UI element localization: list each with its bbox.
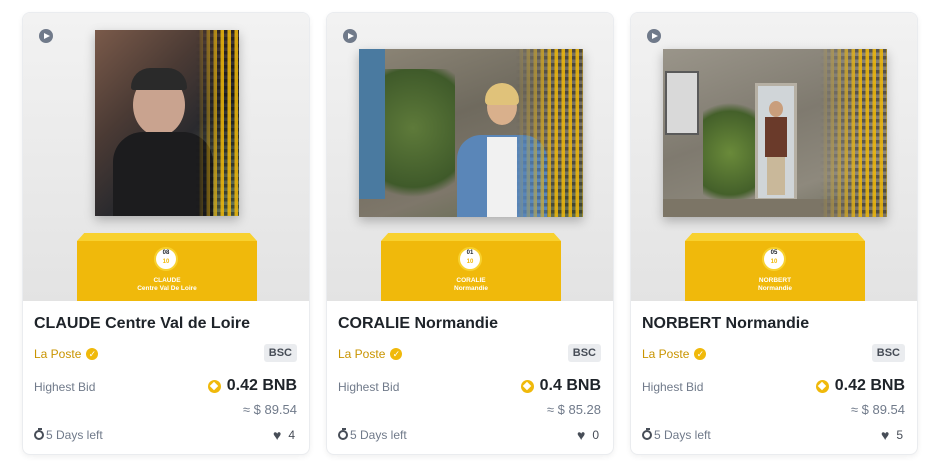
nft-title[interactable]: CLAUDE Centre Val de Loire (34, 315, 250, 333)
stopwatch-icon (642, 428, 652, 440)
creator-link[interactable]: La Poste ✓ (642, 347, 707, 361)
bid-amount: 0.42 BNB (226, 377, 297, 394)
pedestal: 05 10 NORBERT Normandie (685, 233, 865, 301)
usd-estimate: ≈ $ 85.28 (546, 402, 601, 417)
highest-bid-value: 0.42 BNB (207, 377, 297, 395)
like-button[interactable]: ♥ 4 (273, 428, 295, 442)
nft-media[interactable]: 05 10 NORBERT Normandie (631, 13, 917, 301)
bid-amount: 0.42 BNB (834, 377, 905, 394)
stopwatch-icon (34, 428, 44, 440)
time-left-text: 5 Days left (46, 428, 103, 442)
verified-check-icon: ✓ (390, 348, 403, 360)
chain-badge: BSC (871, 344, 905, 362)
bnb-coin-icon (520, 379, 534, 393)
time-left: 5 Days left (338, 428, 407, 442)
pedestal: 08 10 CLAUDE Centre Val De Loire (77, 233, 257, 301)
bnb-coin-icon (815, 379, 829, 393)
edition-badge: 05 10 (762, 247, 786, 271)
creator-name[interactable]: La Poste (34, 347, 81, 361)
highest-bid-value: 0.42 BNB (815, 377, 905, 395)
time-left: 5 Days left (34, 428, 103, 442)
highest-bid-value: 0.4 BNB (520, 377, 601, 395)
heart-icon[interactable]: ♥ (577, 428, 585, 442)
nft-card[interactable]: 01 10 CORALIE Normandie CORALIE Normandi… (326, 12, 614, 455)
edition-badge: 01 10 (458, 247, 482, 271)
nft-image (95, 30, 239, 216)
nft-title[interactable]: NORBERT Normandie (642, 315, 809, 333)
nft-card[interactable]: 08 10 CLAUDE Centre Val De Loire CLAUDE … (22, 12, 310, 455)
stopwatch-icon (338, 428, 348, 440)
bnb-coin-icon (207, 379, 221, 393)
edition-badge: 08 10 (154, 247, 178, 271)
verified-check-icon: ✓ (86, 348, 99, 360)
nft-media[interactable]: 08 10 CLAUDE Centre Val De Loire (23, 13, 309, 301)
play-icon[interactable] (39, 29, 53, 43)
creator-link[interactable]: La Poste ✓ (338, 347, 403, 361)
chain-badge: BSC (567, 344, 601, 362)
usd-estimate: ≈ $ 89.54 (850, 402, 905, 417)
nft-card[interactable]: 05 10 NORBERT Normandie NORBERT Normandi… (630, 12, 918, 455)
time-left: 5 Days left (642, 428, 711, 442)
usd-estimate: ≈ $ 89.54 (242, 402, 297, 417)
play-icon[interactable] (647, 29, 661, 43)
play-icon[interactable] (343, 29, 357, 43)
pedestal-region: Centre Val De Loire (137, 285, 197, 292)
pedestal: 01 10 CORALIE Normandie (381, 233, 561, 301)
nft-image (359, 49, 583, 217)
pedestal-region: Normandie (758, 285, 792, 292)
pedestal-region: Normandie (454, 285, 488, 292)
time-left-text: 5 Days left (654, 428, 711, 442)
like-button[interactable]: ♥ 5 (881, 428, 903, 442)
highest-bid-label: Highest Bid (34, 380, 96, 394)
heart-icon[interactable]: ♥ (881, 428, 889, 442)
pedestal-name: CORALIE (456, 277, 486, 284)
like-count: 4 (288, 428, 295, 442)
time-left-text: 5 Days left (350, 428, 407, 442)
pedestal-name: NORBERT (758, 277, 792, 284)
pedestal-name: CLAUDE (153, 277, 181, 284)
nft-image (663, 49, 887, 217)
like-button[interactable]: ♥ 0 (577, 428, 599, 442)
highest-bid-label: Highest Bid (338, 380, 400, 394)
chain-badge: BSC (263, 344, 297, 362)
verified-check-icon: ✓ (694, 348, 707, 360)
like-count: 5 (896, 428, 903, 442)
nft-media[interactable]: 01 10 CORALIE Normandie (327, 13, 613, 301)
like-count: 0 (592, 428, 599, 442)
bid-amount: 0.4 BNB (539, 377, 601, 394)
nft-title[interactable]: CORALIE Normandie (338, 315, 498, 333)
heart-icon[interactable]: ♥ (273, 428, 281, 442)
highest-bid-label: Highest Bid (642, 380, 704, 394)
creator-name[interactable]: La Poste (338, 347, 385, 361)
creator-link[interactable]: La Poste ✓ (34, 347, 99, 361)
creator-name[interactable]: La Poste (642, 347, 689, 361)
